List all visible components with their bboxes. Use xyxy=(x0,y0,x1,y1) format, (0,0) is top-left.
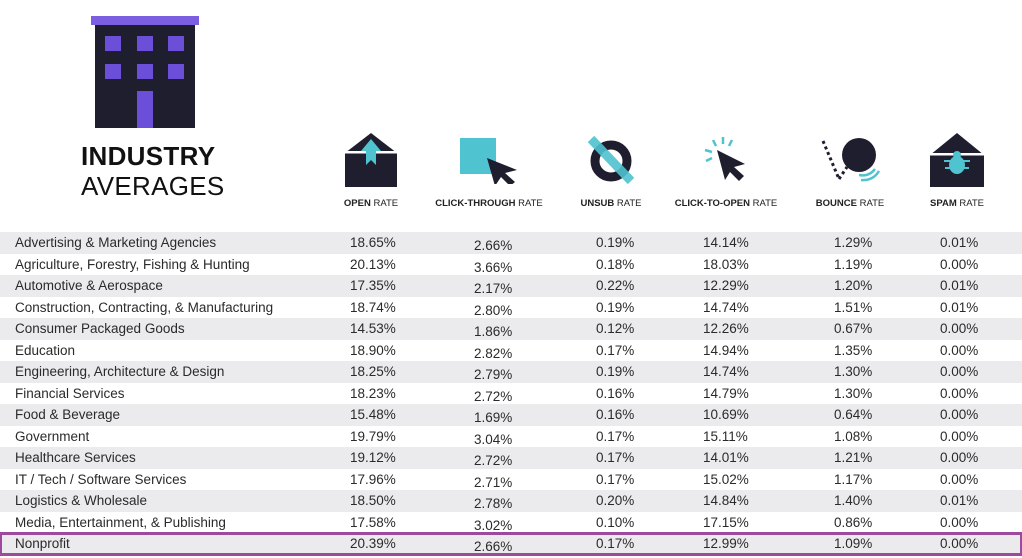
table-row: Engineering, Architecture & Design 18.25… xyxy=(0,361,1022,383)
table-row: Media, Entertainment, & Publishing 17.58… xyxy=(15,514,979,533)
cursor-sparkle-icon xyxy=(704,137,745,181)
table-row: Financial Services 18.23% 2.72% 0.16% 14… xyxy=(15,385,979,404)
title-bold: INDUSTRY xyxy=(81,141,216,171)
envelope-bug-icon xyxy=(930,133,984,187)
table-row: IT / Tech / Software Services 17.96% 2.7… xyxy=(15,471,979,490)
table-row: Logistics & Wholesale 18.50% 2.78% 0.20%… xyxy=(0,490,1022,512)
table-row: Agriculture, Forestry, Fishing & Hunting… xyxy=(15,256,979,275)
envelope-open-icon xyxy=(345,133,397,187)
table-row: Consumer Packaged Goods 14.53% 1.86% 0.1… xyxy=(0,318,1022,340)
table-row: Government 19.79% 3.04% 0.17% 15.11% 1.0… xyxy=(15,428,979,447)
unsubscribe-icon xyxy=(587,135,635,185)
building-icon xyxy=(91,16,199,128)
table-row: Construction, Contracting, & Manufacturi… xyxy=(15,299,979,318)
column-header-spam-rate: SPAM RATE xyxy=(882,128,1022,209)
table-row-highlighted: Nonprofit 20.39% 2.66% 0.17% 12.99% 1.09… xyxy=(0,532,1022,556)
table-row: Automotive & Aerospace 17.35% 2.17% 0.22… xyxy=(0,275,1022,297)
industry-table: Advertising & Marketing Agencies 18.65% … xyxy=(0,232,1022,556)
table-row: Healthcare Services 19.12% 2.72% 0.17% 1… xyxy=(0,447,1022,469)
title-light: AVERAGES xyxy=(81,171,225,201)
bounce-ball-icon xyxy=(821,138,881,182)
page-title: INDUSTRY AVERAGES xyxy=(81,141,225,201)
table-row: Education 18.90% 2.82% 0.17% 14.94% 1.35… xyxy=(15,342,979,361)
table-row: Food & Beverage 15.48% 1.69% 0.16% 10.69… xyxy=(0,404,1022,426)
table-row: Advertising & Marketing Agencies 18.65% … xyxy=(0,232,1022,254)
cursor-click-icon xyxy=(460,138,517,184)
